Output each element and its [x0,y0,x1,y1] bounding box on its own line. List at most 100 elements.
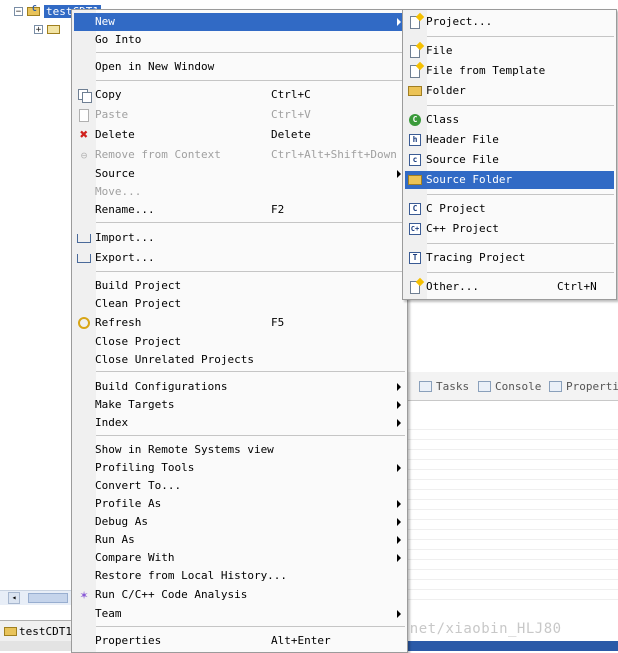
menu-item-new[interactable]: New [74,13,405,31]
scroll-left-icon[interactable]: ◂ [8,592,20,604]
horizontal-scrollbar[interactable]: ◂ [0,590,72,605]
submenu-item-label: Source File [426,153,499,166]
menu-separator [96,222,405,223]
views-tab-bar: Tasks Console Properties [407,372,618,401]
submenu-item-header-file[interactable]: h Header File [405,131,614,149]
properties-icon [549,381,562,392]
menu-item-shortcut: Delete [271,128,311,141]
source-file-icon: c [407,152,423,168]
expand-icon[interactable]: + [34,24,43,34]
menu-item-clean-project[interactable]: Clean Project [74,295,405,313]
menu-item-refresh[interactable]: Refresh F5 [74,314,405,332]
submenu-item-file-from-template[interactable]: File from Template [405,62,614,80]
menu-item-source[interactable]: Source [74,165,405,183]
menu-item-label: Convert To... [95,479,182,492]
menu-item-label: Build Configurations [95,380,228,393]
submenu-item-label: C Project [426,202,486,215]
menu-item-close-unrelated-projects[interactable]: Close Unrelated Projects [74,351,405,369]
menu-item-label: Index [95,416,129,429]
submenu-arrow-icon [397,554,401,562]
cpp-project-icon: C+ [409,223,421,235]
menu-item-build-project[interactable]: Build Project [74,277,405,295]
menu-item-build-configurations[interactable]: Build Configurations [74,378,405,396]
menu-item-rename[interactable]: Rename... F2 [74,201,405,219]
menu-item-restore-from-local-history[interactable]: Restore from Local History... [74,567,405,585]
tab-console[interactable]: Console [478,380,541,393]
tab-tasks[interactable]: Tasks [419,380,469,393]
submenu-item-label: Header File [426,133,499,146]
submenu-item-file[interactable]: File [405,42,614,60]
menu-item-label: Show in Remote Systems view [95,443,274,456]
menu-item-convert-to[interactable]: Convert To... [74,477,405,495]
export-icon [76,250,92,266]
submenu-item-class[interactable]: C Class [405,111,614,129]
other-wizard-icon [407,279,423,295]
menu-item-open-in-new-window[interactable]: Open in New Window [74,58,405,76]
menu-item-team[interactable]: Team [74,605,405,623]
submenu-item-source-folder[interactable]: Source Folder [405,171,614,189]
menu-item-label: Remove from Context [95,148,221,161]
menu-item-label: Profile As [95,497,162,510]
menu-item-run-c-c-code-analysis[interactable]: ✶ Run C/C++ Code Analysis [74,586,405,604]
submenu-item-other[interactable]: Other... Ctrl+N [405,278,614,296]
submenu-item-tracing-project[interactable]: T Tracing Project [405,249,614,267]
menu-item-label: Close Project [95,335,182,348]
c-project-icon: C [27,4,41,17]
menu-item-show-in-remote-systems-view[interactable]: Show in Remote Systems view [74,441,405,459]
submenu-arrow-icon [397,18,401,26]
menu-item-debug-as[interactable]: Debug As [74,513,405,531]
menu-item-import[interactable]: Import... [74,229,405,247]
menu-item-go-into[interactable]: Go Into [74,31,405,49]
submenu-item-folder[interactable]: Folder [405,82,614,100]
menu-item-label: Clean Project [95,297,182,310]
menu-separator [427,243,614,244]
menu-item-profiling-tools[interactable]: Profiling Tools [74,459,405,477]
menu-item-copy[interactable]: Copy Ctrl+C [74,86,405,104]
submenu-item-label: Class [426,113,460,126]
paste-icon [76,107,92,123]
menu-separator [96,271,405,272]
submenu-item-project[interactable]: Project... [405,13,614,31]
tab-properties[interactable]: Properties [549,380,618,393]
tracing-project-icon: T [407,250,423,266]
menu-item-properties[interactable]: Properties Alt+Enter [74,632,405,650]
console-icon [478,381,491,392]
menu-item-label: Compare With [95,551,175,564]
menu-item-run-as[interactable]: Run As [74,531,405,549]
tab-console-label: Console [495,380,542,393]
menu-item-label: Source [95,167,135,180]
bottom-view-tab[interactable]: testCDT1 [0,620,72,641]
menu-item-label: Run As [95,533,135,546]
tab-properties-label: Properties [566,380,618,393]
context-menu: New Go Into Open in New Window Copy Ctrl+C Pa… [71,9,408,653]
menu-item-label: Copy [95,88,122,101]
project-explorer: − C testCDT1 + [0,0,101,620]
menu-separator [96,80,405,81]
submenu-arrow-icon [397,536,401,544]
menu-item-label: Debug As [95,515,148,528]
menu-item-shortcut: Ctrl+V [271,108,311,121]
menu-item-label: Open in New Window [95,60,215,73]
menu-item-label: Properties [95,634,162,647]
scroll-thumb[interactable] [28,593,68,603]
menu-item-compare-with[interactable]: Compare With [74,549,405,567]
code-analysis-icon: ✶ [80,587,88,603]
submenu-item-c-project[interactable]: CC Project [405,200,614,218]
collapse-icon[interactable]: − [14,6,23,16]
tasks-icon [419,381,432,392]
submenu-item-c-project[interactable]: C+ C++ Project [405,220,614,238]
submenu-item-label: Source Folder [426,173,513,186]
menu-item-export[interactable]: Export... [74,249,405,267]
submenu-item-source-file[interactable]: c Source File [405,151,614,169]
menu-item-shortcut: Ctrl+C [271,88,311,101]
tree-row-child[interactable]: + [34,21,61,37]
menu-item-index[interactable]: Index [74,414,405,432]
submenu-item-label: File from Template [426,64,546,77]
menu-item-close-project[interactable]: Close Project [74,333,405,351]
bottom-tab-label: testCDT1 [19,624,72,638]
menu-item-shortcut: F2 [271,203,285,216]
menu-item-make-targets[interactable]: Make Targets [74,396,405,414]
menu-item-profile-as[interactable]: Profile As [74,495,405,513]
menu-item-delete[interactable]: ✖ Delete Delete [74,126,405,144]
menu-item-label: Move... [95,185,142,198]
